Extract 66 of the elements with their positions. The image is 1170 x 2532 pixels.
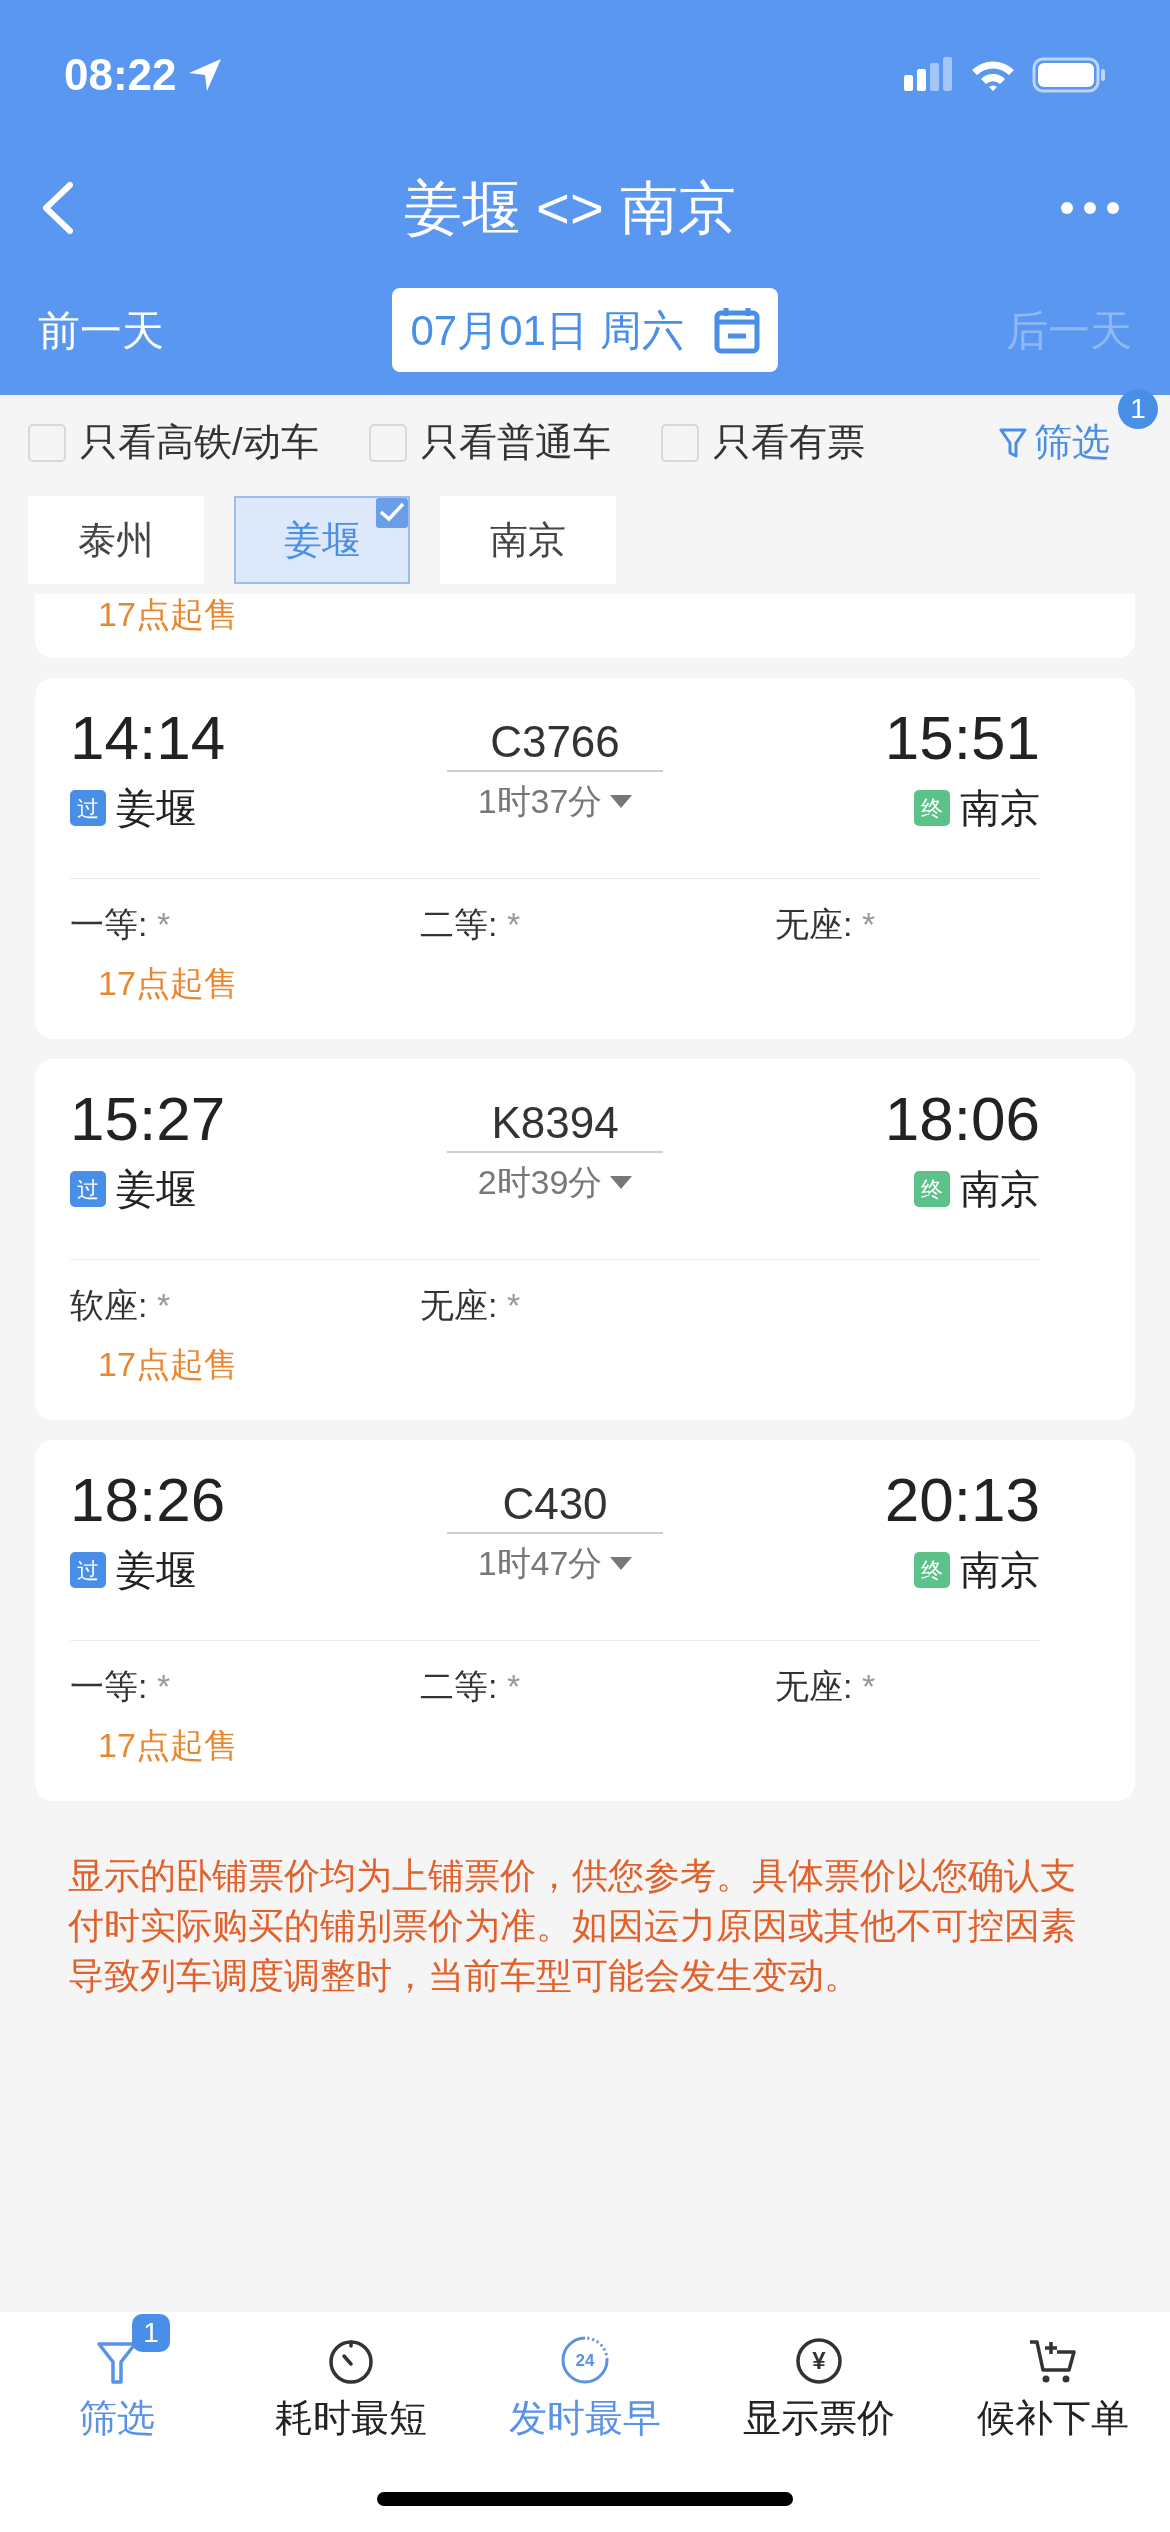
status-time: 08:22 — [64, 49, 177, 101]
signal-icon — [904, 57, 954, 93]
station-tag: 终 — [914, 1552, 950, 1588]
checkbox[interactable] — [28, 423, 66, 462]
caret-icon — [610, 1175, 633, 1190]
station-tab[interactable]: 泰州 — [28, 496, 204, 584]
seat-availability: 无座: * — [775, 904, 877, 945]
departure-station: 姜堰 — [116, 1547, 196, 1594]
caret-icon — [610, 794, 633, 809]
sale-time-note: 17点起售 — [98, 1726, 238, 1764]
battery-icon — [1032, 57, 1106, 93]
seat-availability: 二等: * — [420, 1666, 522, 1707]
sale-time-note: 17点起售 — [98, 1345, 238, 1383]
train-card[interactable]: 14:14 过 姜堰 C3766 1时37分 15:51 终 南京 一等: * 二等: * 无座: * 17点起售 — [35, 678, 1135, 1039]
arrival-time: 20:13 — [884, 1464, 1040, 1536]
arrival-station: 南京 — [960, 1166, 1040, 1213]
departure-time: 14:14 — [70, 702, 227, 774]
seat-availability: 无座: * — [420, 1285, 522, 1326]
toolbar-tab[interactable]: 候补下单 — [936, 2312, 1170, 2492]
seat-availability: 一等: * — [70, 1666, 172, 1707]
arrival-time: 18:06 — [884, 1083, 1040, 1155]
yen-icon: ¥ — [794, 2336, 844, 2386]
back-icon — [40, 180, 74, 235]
train-number: C3766 — [447, 714, 663, 772]
filter-checkbox[interactable]: 只看普通车 — [368, 414, 611, 471]
station-tag: 过 — [70, 1552, 106, 1588]
seat-availability: 一等: * — [70, 904, 172, 945]
station-tag: 终 — [914, 1171, 950, 1207]
departure-station: 姜堰 — [116, 785, 196, 832]
departure-time: 15:27 — [70, 1083, 227, 1155]
arrival-station: 南京 — [960, 1547, 1040, 1594]
filter-checkbox[interactable]: 只看有票 — [660, 414, 865, 471]
station-tag: 过 — [70, 1171, 106, 1207]
train-number: C430 — [447, 1476, 663, 1534]
station-tab[interactable]: 南京 — [440, 496, 616, 584]
duration-dropdown[interactable]: 2时39分 — [477, 1157, 633, 1208]
station-tag: 过 — [70, 790, 106, 826]
train-number: K8394 — [447, 1095, 663, 1153]
notice-text: 显示的卧铺票价均为上铺票价，供您参考。具体票价以您确认支付时实际购买的铺别票价为准。如因运力原因或其他不可控因素导致列车调度调整时，当前车型可能会发生变动。 — [67, 1854, 1077, 1998]
arrival-time: 15:51 — [884, 702, 1040, 774]
checkbox[interactable] — [368, 423, 407, 462]
filter-checkbox[interactable]: 只看高铁/动车 — [28, 414, 319, 471]
train-card[interactable]: 18:26 过 姜堰 C430 1时47分 20:13 终 南京 一等: * 二等: * 无座: * 17点起售 — [35, 1440, 1135, 1801]
arrival-station: 南京 — [960, 785, 1040, 832]
caret-icon — [610, 1556, 633, 1571]
duration-dropdown[interactable]: 1时37分 — [477, 776, 633, 827]
wifi-icon — [970, 58, 1016, 92]
checkbox[interactable] — [660, 423, 699, 462]
calendar-icon — [713, 306, 760, 354]
seat-availability: 无座: * — [775, 1666, 877, 1707]
station-tag: 终 — [914, 790, 950, 826]
seat-availability: 软座: * — [70, 1285, 172, 1326]
duration-dropdown[interactable]: 1时47分 — [477, 1538, 633, 1589]
toolbar-tab[interactable]: 耗时最短 — [234, 2312, 468, 2492]
train-card[interactable]: 15:27 过 姜堰 K8394 2时39分 18:06 终 南京 软座: * 无座: * 17点起售 — [35, 1059, 1135, 1420]
departure-time: 18:26 — [70, 1464, 227, 1536]
count-badge: 1 — [132, 2314, 170, 2352]
departure-station: 姜堰 — [116, 1166, 196, 1213]
seat-availability: 二等: * — [420, 904, 522, 945]
more-icon — [1060, 200, 1120, 215]
count-badge: 1 — [1118, 389, 1158, 429]
page-title: 姜堰 <> 南京 — [404, 174, 736, 242]
sale-time-note: 17点起售 — [98, 594, 238, 634]
toolbar-tab[interactable]: ¥ 显示票价 — [702, 2312, 936, 2492]
check-icon — [376, 498, 408, 528]
sale-time-note: 17点起售 — [98, 964, 238, 1002]
